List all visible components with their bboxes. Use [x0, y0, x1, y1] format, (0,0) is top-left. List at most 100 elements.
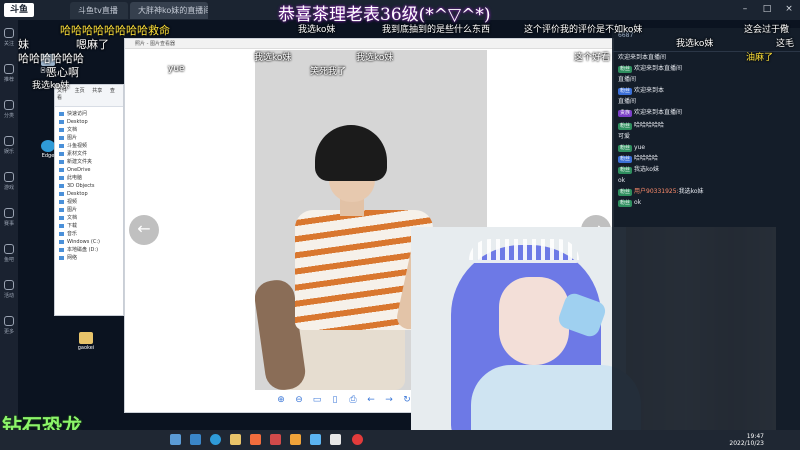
zoom-out-icon[interactable]: ⊖: [293, 394, 305, 406]
nav-item[interactable]: 素材文件: [59, 150, 119, 158]
app-icon[interactable]: [352, 434, 363, 445]
chat-message: 粉丝 用户90331925:我选ko妹: [618, 188, 704, 196]
fit-window-icon[interactable]: ▭: [311, 394, 323, 406]
folder-icon[interactable]: [230, 434, 241, 445]
cam-tiara: [469, 239, 579, 263]
start-icon[interactable]: [170, 434, 181, 445]
nav-item[interactable]: 斗鱼视频: [59, 142, 119, 150]
folder-icon: [79, 332, 93, 344]
danmaku-comment: yue: [168, 64, 185, 74]
next-arrow-icon[interactable]: →: [383, 394, 395, 406]
sidebar-item-follow[interactable]: 关注: [1, 28, 17, 47]
danmaku-comment: 这会过于儆: [744, 25, 790, 35]
computer-icon: [59, 175, 64, 180]
chat-message: 粉丝 哈哈哈哈: [618, 155, 659, 163]
douyu-logo: 斗鱼: [4, 3, 34, 17]
danmaku-comment: 油麻了: [746, 53, 774, 63]
sidebar-item-more[interactable]: 更多: [1, 316, 17, 335]
danmaku-comment: 我选ko妹: [298, 25, 336, 35]
gamepad-icon: [4, 172, 14, 182]
danmaku-comment: 这毛: [776, 39, 795, 49]
nav-item[interactable]: 快速访问: [59, 110, 119, 118]
app-icon[interactable]: [310, 434, 321, 445]
sidebar-item-category[interactable]: 分类: [1, 100, 17, 119]
trophy-icon: [4, 208, 14, 218]
tab-home[interactable]: 斗鱼tv直播: [70, 2, 128, 19]
nav-item[interactable]: 图片: [59, 134, 119, 142]
sidebar-item-entertainment[interactable]: 娱乐: [1, 136, 17, 155]
nav-item[interactable]: 下载: [59, 222, 119, 230]
print-icon[interactable]: ⎙: [347, 394, 359, 406]
desktop-icon-gaokei[interactable]: gaokei: [76, 332, 96, 351]
danmaku-comment: 我选ko妹: [676, 39, 714, 49]
viewer-title: 照片 - 图片查看器: [125, 39, 613, 49]
folder-icon: [59, 119, 64, 124]
folder-icon: [59, 215, 64, 220]
file-explorer-window: 文件 主页 共享 查看 快速访问 Desktop 文档 图片 斗鱼视频 素材文件…: [54, 84, 124, 316]
nav-item[interactable]: 图片: [59, 206, 119, 214]
close-icon[interactable]: ×: [782, 2, 796, 16]
window-controls: – □ ×: [738, 2, 796, 16]
folder-icon: [59, 183, 64, 188]
nav-item[interactable]: 文档: [59, 126, 119, 134]
chat-message: 粉丝 ok: [618, 199, 642, 207]
nav-item[interactable]: Desktop: [59, 118, 119, 126]
danmaku-comment: 我选ko妹: [356, 53, 394, 63]
tab-live-room[interactable]: 大胖神ko妹的直播间: [130, 2, 208, 19]
folder-icon: [59, 191, 64, 196]
folder-icon: [59, 159, 64, 164]
nav-item[interactable]: 此电脑: [59, 174, 119, 182]
nav-item[interactable]: 网络: [59, 254, 119, 262]
nav-item[interactable]: Windows (C:): [59, 238, 119, 246]
nav-item[interactable]: 视频: [59, 198, 119, 206]
download-icon: [59, 223, 64, 228]
app-icon[interactable]: [330, 434, 341, 445]
sidebar-item-fishbar[interactable]: 鱼吧: [1, 244, 17, 263]
danmaku-comment: 我选ko妹: [254, 53, 292, 63]
sidebar-item-games[interactable]: 游戏: [1, 172, 17, 191]
previous-arrow-icon[interactable]: ←: [365, 394, 377, 406]
more-icon: [4, 316, 14, 326]
actual-size-icon[interactable]: ▯: [329, 394, 341, 406]
chat-message: 直播间: [618, 98, 637, 105]
app-icon[interactable]: [250, 434, 261, 445]
ribbon-tab-share[interactable]: 共享: [92, 88, 102, 94]
chat-message: 可爱: [618, 133, 631, 140]
nav-item[interactable]: 文档: [59, 214, 119, 222]
cloud-icon: [59, 167, 64, 172]
network-icon: [59, 255, 64, 260]
chat-message: 贵族 欢迎来到本直播间: [618, 109, 683, 117]
sidebar-item-events[interactable]: 赛事: [1, 208, 17, 227]
nav-item[interactable]: 本地磁盘 (D:): [59, 246, 119, 254]
app-icon[interactable]: [270, 434, 281, 445]
edge-icon: [41, 140, 55, 152]
sidebar-item-recommend[interactable]: 推荐: [1, 64, 17, 83]
ribbon-tab-home[interactable]: 主页: [75, 88, 85, 94]
danmaku-comment: 这个好看: [574, 53, 611, 63]
clock-time: 19:47: [746, 433, 764, 440]
chat-message: 粉丝 欢迎来到本: [618, 87, 665, 95]
previous-image-button[interactable]: ←: [129, 215, 159, 245]
nav-item[interactable]: OneDrive: [59, 166, 119, 174]
drive-icon: [59, 239, 64, 244]
edge-icon[interactable]: [210, 434, 221, 445]
zoom-in-icon[interactable]: ⊕: [275, 394, 287, 406]
danmaku-comment: 笑死我了: [310, 67, 347, 77]
app-icon[interactable]: [290, 434, 301, 445]
folder-icon: [59, 143, 64, 148]
screen: 斗鱼 斗鱼tv直播 大胖神ko妹的直播间 – □ × 关注 推荐 分类 娱乐 游…: [0, 0, 800, 450]
chat-message: 直播间: [618, 76, 637, 83]
nav-item[interactable]: 音乐: [59, 230, 119, 238]
search-icon[interactable]: [190, 434, 201, 445]
minimize-icon[interactable]: –: [738, 2, 752, 16]
nav-item[interactable]: Desktop: [59, 190, 119, 198]
nav-item[interactable]: 新建文件夹: [59, 158, 119, 166]
chat-message: 粉丝 yue: [618, 144, 646, 152]
folder-icon: [59, 135, 64, 140]
danmaku-comment: 我选ko妹: [32, 81, 70, 91]
folder-icon: [59, 127, 64, 132]
nav-item[interactable]: 3D Objects: [59, 182, 119, 190]
folder-icon: [59, 207, 64, 212]
sidebar-item-activity[interactable]: 活动: [1, 280, 17, 299]
maximize-icon[interactable]: □: [760, 2, 774, 16]
